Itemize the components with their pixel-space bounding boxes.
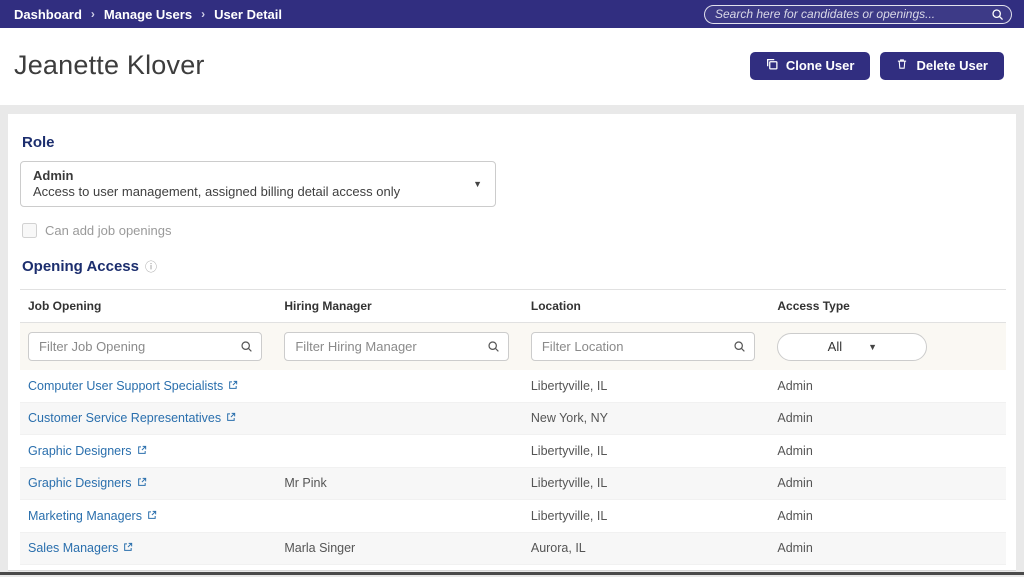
external-link-icon xyxy=(147,509,157,523)
table-row: Graphic Designers Libertyville, IL Admin xyxy=(20,435,1006,468)
location-cell: Libertyville, IL xyxy=(530,508,608,523)
job-opening-label: Computer User Support Specialists xyxy=(28,378,224,393)
job-opening-label: Graphic Designers xyxy=(28,443,132,458)
access-type-cell: Admin xyxy=(777,378,813,393)
job-opening-link[interactable]: Customer Service Representatives xyxy=(28,411,236,425)
filter-job-opening xyxy=(28,332,263,361)
external-link-icon xyxy=(137,476,147,490)
delete-user-button[interactable]: Delete User xyxy=(880,51,1004,80)
top-navigation-bar: Dashboard › Manage Users › User Detail xyxy=(0,0,1024,28)
hiring-manager-cell: Mr Pink xyxy=(284,476,327,491)
clone-icon xyxy=(766,58,778,73)
hiring-manager-cell: Marla Singer xyxy=(284,541,356,556)
external-link-icon xyxy=(137,444,147,458)
can-add-openings-row: Can add job openings xyxy=(22,223,1006,238)
role-heading: Role xyxy=(22,134,55,151)
search-icon xyxy=(240,340,253,358)
table-header-row: Job Opening Hiring Manager Location Acce… xyxy=(20,289,1006,323)
job-opening-label: Sales Managers xyxy=(28,541,119,556)
breadcrumb-manage-users[interactable]: Manage Users xyxy=(104,7,192,22)
search-icon[interactable] xyxy=(991,8,1004,26)
header-actions: Clone User Delete User xyxy=(749,51,1004,80)
global-search-input[interactable] xyxy=(704,4,1012,24)
location-cell: Libertyville, IL xyxy=(530,476,608,491)
external-link-icon xyxy=(228,379,238,393)
clone-user-label: Clone User xyxy=(785,58,855,73)
table-row: Computer User Support Specialists Libert… xyxy=(20,370,1006,403)
delete-user-label: Delete User xyxy=(916,58,988,73)
table-row: Sales Managers Marla Singer Aurora, IL A… xyxy=(20,532,1006,565)
can-add-openings-checkbox xyxy=(22,223,37,238)
chevron-down-icon: ▼ xyxy=(868,341,878,352)
search-icon xyxy=(733,340,746,358)
job-opening-label: Customer Service Representatives xyxy=(28,411,222,426)
trash-icon xyxy=(896,58,908,73)
can-add-openings-label: Can add job openings xyxy=(45,223,172,238)
page-header: Jeanette Klover Clone User Delete User xyxy=(0,28,1024,105)
breadcrumb-separator: › xyxy=(90,7,95,21)
role-selected-description: Access to user management, assigned bill… xyxy=(33,184,401,199)
opening-access-heading: Opening Access ⓘ xyxy=(22,258,1006,275)
table-row: Customer Service Representatives New Yor… xyxy=(20,402,1006,435)
content-background: Role Admin Access to user management, as… xyxy=(0,105,1024,577)
column-header-location: Location xyxy=(530,299,581,313)
page-title: Jeanette Klover xyxy=(14,50,205,80)
access-type-cell: Admin xyxy=(777,476,813,491)
column-header-job-opening: Job Opening xyxy=(28,299,102,313)
filter-hiring-manager xyxy=(284,332,509,361)
table-row: Graphic Designers Mr Pink Libertyville, … xyxy=(20,467,1006,500)
chevron-down-icon: ▼ xyxy=(473,179,482,189)
column-header-hiring-manager: Hiring Manager xyxy=(284,299,372,313)
location-cell: Aurora, IL xyxy=(530,541,586,556)
location-cell: Libertyville, IL xyxy=(530,443,608,458)
global-search xyxy=(704,4,1012,26)
job-opening-link[interactable]: Computer User Support Specialists xyxy=(28,379,238,393)
info-icon[interactable]: ⓘ xyxy=(145,258,157,275)
search-icon xyxy=(487,340,500,358)
job-opening-link[interactable]: Sales Managers xyxy=(28,541,133,555)
opening-access-title: Opening Access xyxy=(22,258,139,275)
access-type-cell: Admin xyxy=(777,508,813,523)
location-cell: New York, NY xyxy=(530,411,608,426)
job-opening-label: Marketing Managers xyxy=(28,508,142,523)
job-opening-link[interactable]: Graphic Designers xyxy=(28,476,147,490)
filter-location-input[interactable] xyxy=(530,332,756,361)
access-type-cell: Admin xyxy=(777,541,813,556)
job-opening-link[interactable]: Graphic Designers xyxy=(28,444,147,458)
access-type-cell: Admin xyxy=(777,443,813,458)
opening-access-table: Job Opening Hiring Manager Location Acce… xyxy=(20,289,1006,565)
filter-hiring-manager-input[interactable] xyxy=(284,332,509,361)
job-opening-link[interactable]: Marketing Managers xyxy=(28,509,157,523)
location-cell: Libertyville, IL xyxy=(530,378,608,393)
user-detail-card: Role Admin Access to user management, as… xyxy=(8,114,1016,571)
external-link-icon xyxy=(123,541,133,555)
role-select[interactable]: Admin Access to user management, assigne… xyxy=(20,161,496,207)
table-row: Marketing Managers Libertyville, IL Admi… xyxy=(20,500,1006,533)
breadcrumb-dashboard[interactable]: Dashboard xyxy=(14,7,82,22)
filter-job-opening-input[interactable] xyxy=(28,332,263,361)
table-filter-row: All ▼ xyxy=(20,323,1006,370)
access-type-cell: Admin xyxy=(777,411,813,426)
breadcrumb: Dashboard › Manage Users › User Detail xyxy=(14,7,282,22)
external-link-icon xyxy=(226,411,236,425)
column-header-access-type: Access Type xyxy=(777,299,850,313)
table-body: Computer User Support Specialists Libert… xyxy=(20,370,1006,565)
breadcrumb-user-detail: User Detail xyxy=(214,6,282,22)
filter-location xyxy=(530,332,756,361)
job-opening-label: Graphic Designers xyxy=(28,476,132,491)
access-type-filter-dropdown[interactable]: All ▼ xyxy=(777,332,928,361)
clone-user-button[interactable]: Clone User xyxy=(749,51,871,80)
role-selected-name: Admin xyxy=(33,168,74,183)
access-type-filter-value: All xyxy=(827,339,843,354)
breadcrumb-separator: › xyxy=(201,7,206,21)
